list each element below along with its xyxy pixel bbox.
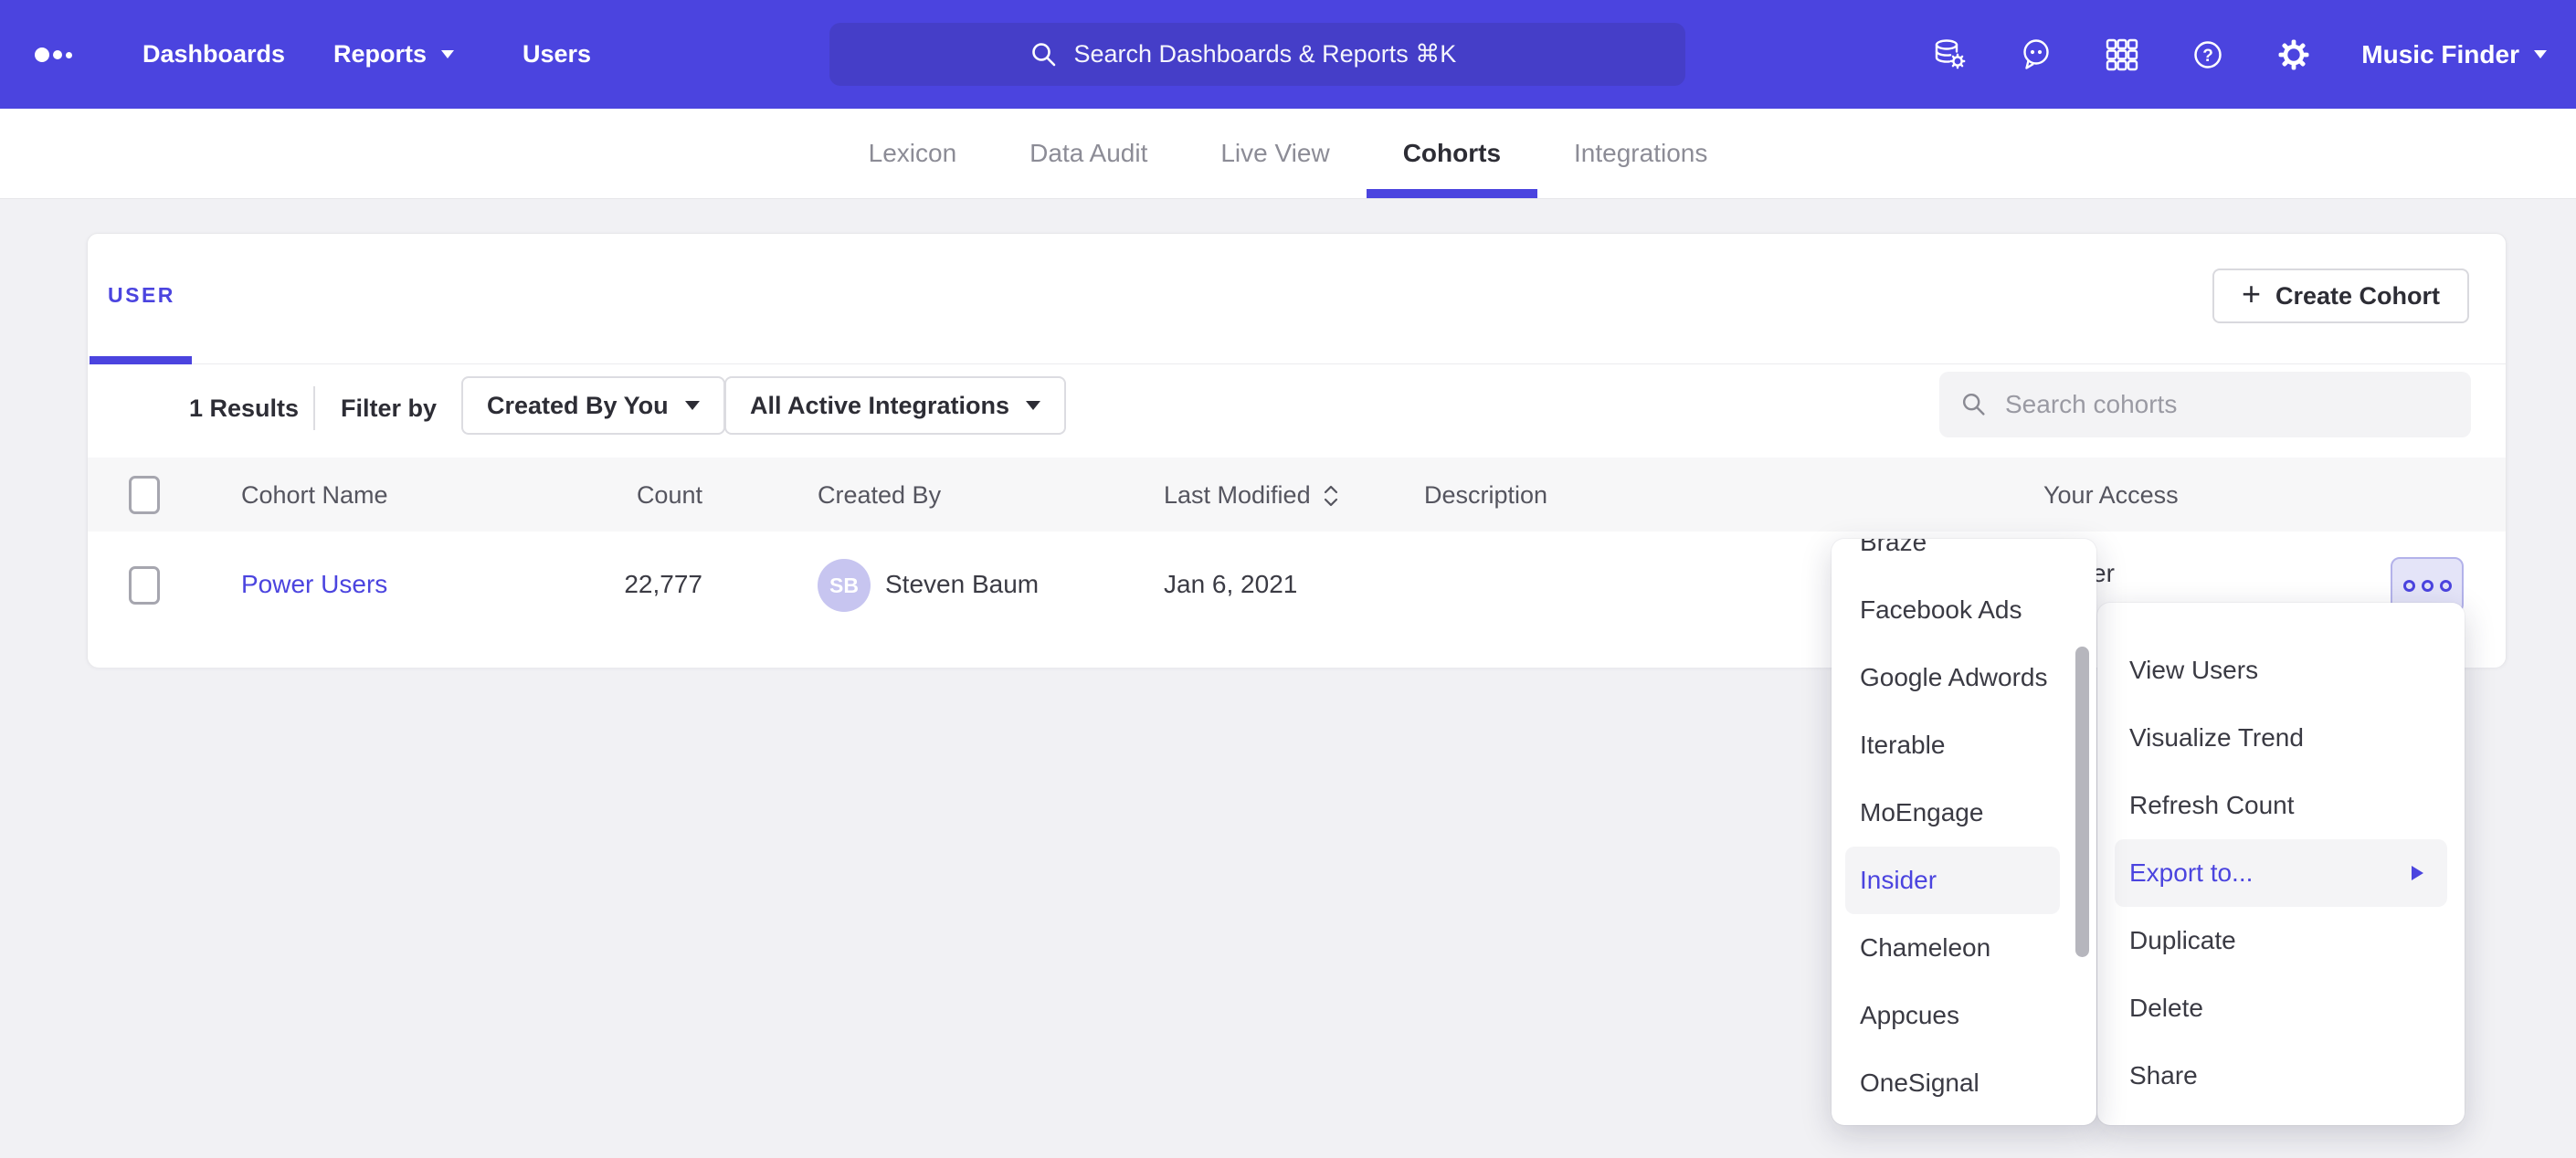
logo-dot-large: [35, 47, 49, 62]
menu-item-share[interactable]: Share: [2097, 1042, 2465, 1110]
menu-item-chameleon[interactable]: Chameleon: [1832, 914, 2096, 982]
menu-item-appcues[interactable]: Appcues: [1832, 982, 2096, 1049]
menu-item-refresh-count[interactable]: Refresh Count: [2097, 772, 2465, 839]
column-header-last-modified[interactable]: Last Modified: [1164, 481, 1340, 510]
created-by-filter-label: Created By You: [487, 392, 669, 420]
help-icon[interactable]: ?: [2190, 37, 2226, 73]
tab-integrations[interactable]: Integrations: [1537, 109, 1744, 198]
nav-item-dashboards[interactable]: Dashboards: [143, 0, 285, 109]
chevron-down-icon: [1026, 401, 1040, 410]
global-search-bar[interactable]: [829, 23, 1685, 86]
top-nav-bar: Dashboards Reports Users: [0, 0, 2576, 109]
filter-divider: [313, 386, 315, 430]
logo-dot-small: [66, 52, 72, 58]
apps-grid-icon[interactable]: [2104, 37, 2140, 73]
table-header-row: Cohort Name Count Created By Last Modifi…: [88, 458, 2506, 532]
export-targets-submenu: Braze Facebook Ads Google Adwords Iterab…: [1832, 539, 2096, 1125]
tab-label: Integrations: [1574, 139, 1707, 168]
nav-right-group: ?: [1932, 0, 2547, 109]
dot-icon: [2403, 580, 2415, 592]
menu-item-moengage[interactable]: MoEngage: [1832, 779, 2096, 847]
row-actions-list: View Users Visualize Trend Refresh Count…: [2097, 603, 2465, 1110]
feedback-icon[interactable]: [2018, 37, 2054, 73]
menu-item-facebook-ads[interactable]: Facebook Ads: [1832, 576, 2096, 644]
tab-label: Live View: [1220, 139, 1329, 168]
tab-live-view[interactable]: Live View: [1184, 109, 1366, 198]
nav-item-label: Users: [523, 40, 591, 68]
cohort-search-input[interactable]: [2005, 390, 2471, 419]
settings-gear-icon[interactable]: [2275, 37, 2312, 73]
tab-label: Data Audit: [1029, 139, 1147, 168]
nav-item-label: Dashboards: [143, 40, 285, 68]
integrations-filter-dropdown[interactable]: All Active Integrations: [724, 376, 1066, 435]
dot-icon: [2440, 580, 2452, 592]
submenu-scrollbar[interactable]: [2075, 647, 2089, 957]
column-header-count[interactable]: Count: [581, 481, 702, 510]
global-search-input[interactable]: [1074, 40, 1487, 68]
tab-cohorts[interactable]: Cohorts: [1367, 109, 1537, 198]
search-icon: [1959, 390, 1989, 419]
create-cohort-label: Create Cohort: [2275, 282, 2440, 311]
submenu-arrow-icon: [2412, 866, 2423, 880]
column-header-cohort-name[interactable]: Cohort Name: [241, 481, 388, 510]
export-targets-list: Braze Facebook Ads Google Adwords Iterab…: [1832, 539, 2096, 1117]
menu-item-onesignal[interactable]: OneSignal: [1832, 1049, 2096, 1117]
last-modified-date: Jan 6, 2021: [1164, 570, 1297, 599]
avatar: SB: [818, 559, 871, 612]
tab-label: Cohorts: [1403, 139, 1501, 168]
menu-item-export-to[interactable]: Export to...: [2115, 839, 2447, 907]
project-selector[interactable]: Music Finder: [2361, 40, 2547, 69]
plus-icon: +: [2242, 278, 2261, 311]
tab-user-cohorts[interactable]: USER: [108, 283, 175, 308]
search-icon: [1029, 39, 1060, 70]
created-by-filter-dropdown[interactable]: Created By You: [461, 376, 725, 435]
menu-item-view-users[interactable]: View Users: [2097, 637, 2465, 704]
tab-label: Lexicon: [869, 139, 957, 168]
last-modified-label: Last Modified: [1164, 481, 1311, 510]
nav-item-users[interactable]: Users: [523, 0, 591, 109]
active-tab-underline: [90, 356, 192, 364]
app-window: Dashboards Reports Users: [0, 0, 2576, 1158]
menu-item-google-adwords[interactable]: Google Adwords: [1832, 644, 2096, 711]
menu-item-braze[interactable]: Braze: [1832, 539, 2096, 576]
project-name: Music Finder: [2361, 40, 2519, 69]
nav-item-reports[interactable]: Reports: [333, 0, 454, 109]
row-actions-menu: View Users Visualize Trend Refresh Count…: [2097, 603, 2465, 1125]
menu-item-iterable[interactable]: Iterable: [1832, 711, 2096, 779]
chevron-down-icon: [2534, 50, 2547, 58]
data-management-icon[interactable]: [1932, 37, 1969, 73]
column-header-description[interactable]: Description: [1424, 481, 1547, 510]
svg-text:?: ?: [2202, 47, 2213, 66]
select-all-checkbox[interactable]: [129, 476, 160, 514]
column-header-created-by[interactable]: Created By: [818, 481, 941, 510]
cohort-count: 22,777: [581, 570, 702, 599]
section-tabs: Lexicon Data Audit Live View Cohorts Int…: [0, 109, 2576, 199]
export-to-label: Export to...: [2129, 858, 2253, 888]
chevron-down-icon: [685, 401, 700, 410]
tab-lexicon[interactable]: Lexicon: [832, 109, 994, 198]
menu-item-insider[interactable]: Insider: [1845, 847, 2060, 914]
create-cohort-button[interactable]: + Create Cohort: [2212, 268, 2469, 323]
card-header: USER + Create Cohort: [88, 234, 2506, 364]
nav-item-label: Reports: [333, 40, 427, 68]
sort-icon: [1322, 482, 1340, 510]
filter-by-label: Filter by: [341, 395, 437, 423]
cohort-name-link[interactable]: Power Users: [241, 570, 387, 599]
created-by-name: Steven Baum: [885, 570, 1039, 599]
menu-item-duplicate[interactable]: Duplicate: [2097, 907, 2465, 974]
menu-item-delete[interactable]: Delete: [2097, 974, 2465, 1042]
tab-data-audit[interactable]: Data Audit: [993, 109, 1184, 198]
row-checkbox[interactable]: [129, 566, 160, 605]
logo-dot-medium: [53, 50, 62, 59]
integrations-filter-label: All Active Integrations: [750, 392, 1009, 420]
cohort-search-bar[interactable]: [1939, 372, 2471, 437]
menu-item-visualize-trend[interactable]: Visualize Trend: [2097, 704, 2465, 772]
column-header-your-access[interactable]: Your Access: [2043, 481, 2179, 510]
dot-icon: [2422, 580, 2433, 592]
results-count: 1 Results: [189, 395, 299, 423]
chevron-down-icon: [441, 50, 454, 58]
